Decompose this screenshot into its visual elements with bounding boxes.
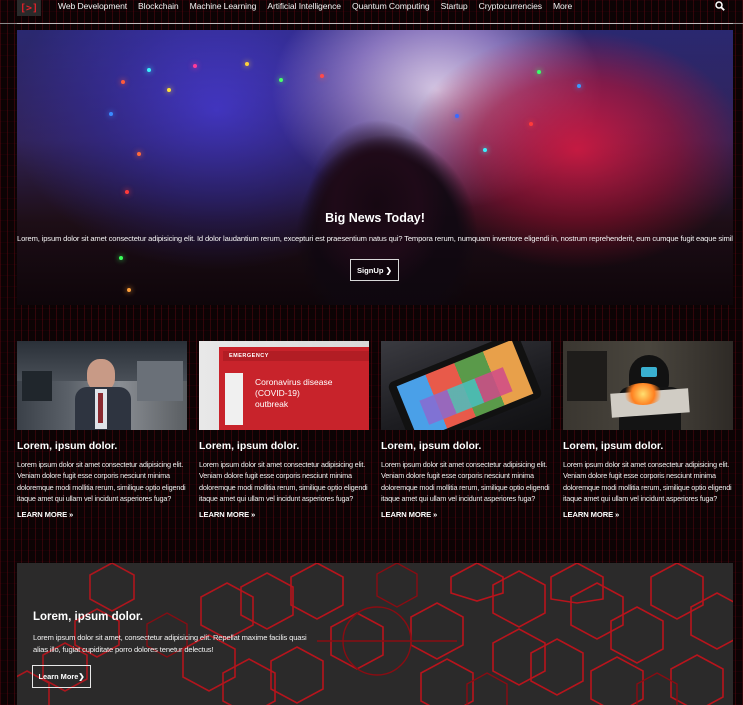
search-icon [715,1,725,11]
string-light [137,152,141,156]
nav-links: Web Development Blockchain Machine Learn… [58,0,583,12]
card-description: Lorem ipsum dolor sit amet consectetur a… [563,460,732,503]
string-light [279,78,283,82]
article-card-2: EMERGENCY Coronavirus disease (COVID-19)… [199,341,369,519]
card-image-tablet[interactable] [381,341,551,430]
string-light [125,190,129,194]
string-light [320,74,324,78]
card-title: Lorem, ipsum dolor. [17,440,118,452]
hero-title: Big News Today! [325,211,425,225]
string-light [193,64,197,68]
string-light [455,114,459,118]
sign-body: Coronavirus disease (COVID-19) outbreak [255,377,333,409]
nav-link-more[interactable]: More [553,1,572,11]
card-title: Lorem, ipsum dolor. [381,440,482,452]
card-description: Lorem ipsum dolor sit amet consectetur a… [381,460,550,503]
sign-header: EMERGENCY [229,353,269,359]
article-card-1: Lorem, ipsum dolor. Lorem ipsum dolor si… [17,341,187,519]
article-card-4: Lorem, ipsum dolor. Lorem ipsum dolor si… [563,341,733,519]
card-image-newsroom[interactable] [17,341,187,430]
promo-banner: Lorem, ipsum dolor. Lorem ipsum dolor si… [17,563,733,705]
card-image-covid-sign[interactable]: EMERGENCY Coronavirus disease (COVID-19)… [199,341,369,430]
article-card-3: Lorem, ipsum dolor. Lorem ipsum dolor si… [381,341,551,519]
string-light [109,112,113,116]
card-title: Lorem, ipsum dolor. [563,440,664,452]
string-light [245,62,249,66]
hero-banner: Big News Today! Lorem, ipsum dolor sit a… [17,30,733,305]
string-light [483,148,487,152]
card-description: Lorem ipsum dolor sit amet consectetur a… [17,460,186,503]
nav-link-blockchain[interactable]: Blockchain [138,1,179,11]
learn-more-link[interactable]: LEARN MORE » [563,510,733,519]
string-light [537,70,541,74]
nav-divider [17,23,733,24]
learn-more-link[interactable]: LEARN MORE » [381,510,551,519]
learn-more-link[interactable]: LEARN MORE » [199,510,369,519]
string-light [529,122,533,126]
nav-link-startup[interactable]: Startup [441,1,468,11]
nav-link-quantum-computing[interactable]: Quantum Computing [352,1,430,11]
nav-link-machine-learning[interactable]: Machine Learning [190,1,257,11]
top-navbar: [>] Web Development Blockchain Machine L… [0,0,743,24]
learn-more-button[interactable]: Learn More❯ [32,665,91,688]
card-description: Lorem ipsum dolor sit amet consectetur a… [199,460,368,503]
string-light [121,80,125,84]
banner-description: Lorem ipsum dolor sit amet, consectetur … [33,633,307,654]
string-light [577,84,581,88]
learn-more-link[interactable]: LEARN MORE » [17,510,187,519]
nav-link-cryptocurrencies[interactable]: Cryptocurrencies [479,1,542,11]
site-logo[interactable]: [>] [17,0,41,16]
nav-link-artificial-intelligence[interactable]: Artificial Intelligence [267,1,341,11]
string-light [127,288,131,292]
string-light [147,68,151,72]
nav-link-web-development[interactable]: Web Development [58,1,127,11]
card-image-hooded-hacker[interactable] [563,341,733,430]
signup-button[interactable]: SignUp ❯ [350,259,399,281]
card-title: Lorem, ipsum dolor. [199,440,300,452]
string-light [167,88,171,92]
hero-description: Lorem, ipsum dolor sit amet consectetur … [17,234,733,243]
search-button[interactable] [714,0,726,12]
string-light [119,256,123,260]
banner-title: Lorem, ipsum dolor. [33,611,143,623]
